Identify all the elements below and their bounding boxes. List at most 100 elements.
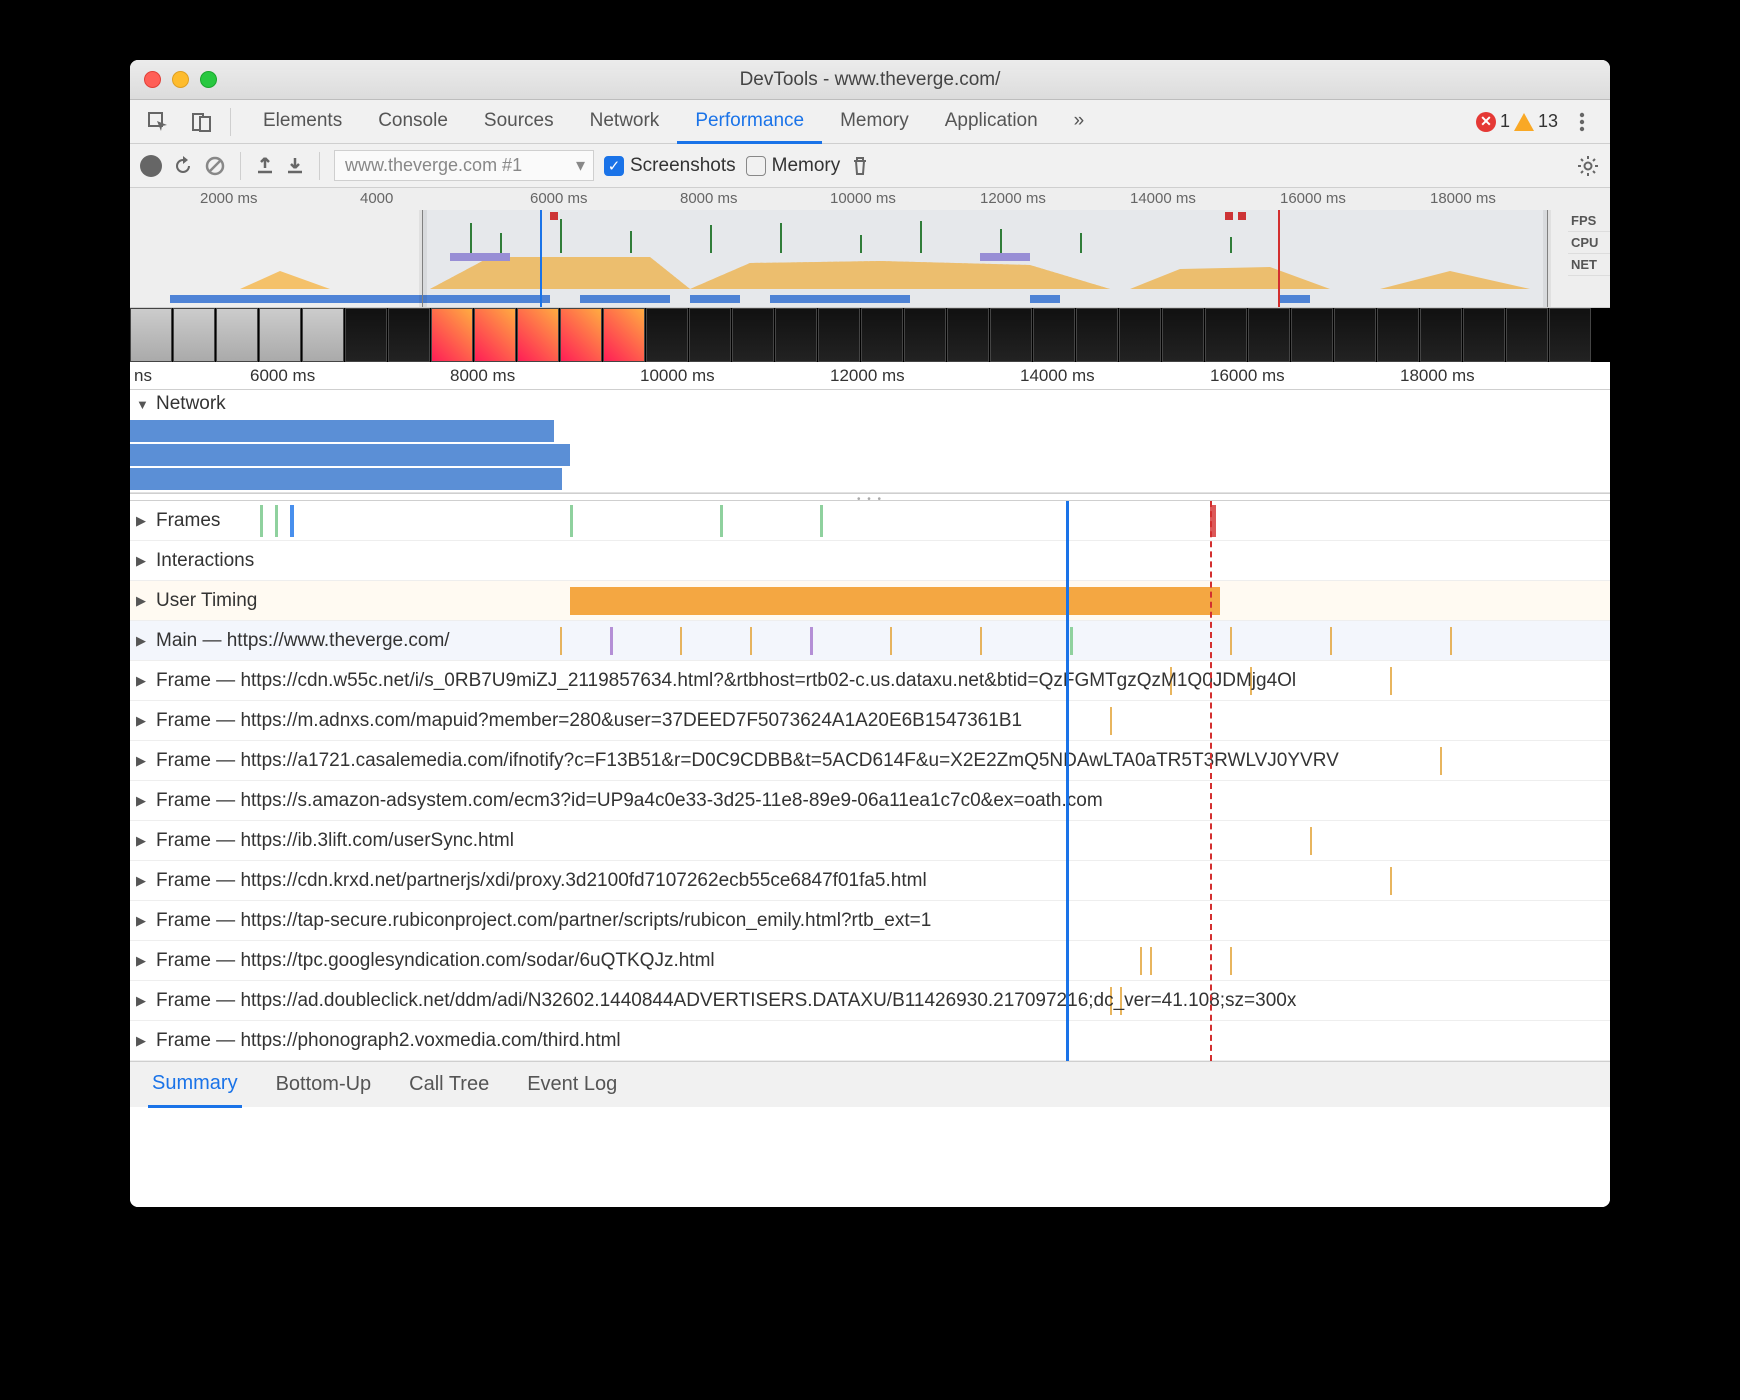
call-tree-tab[interactable]: Call Tree <box>405 1063 493 1106</box>
frame-row[interactable]: ▶Frame — https://phonograph2.voxmedia.co… <box>130 1021 1610 1061</box>
overview-pane[interactable]: 2000 ms 4000 6000 ms 8000 ms 10000 ms 12… <box>130 188 1610 308</box>
summary-tab[interactable]: Summary <box>148 1062 242 1108</box>
record-button[interactable] <box>140 155 162 177</box>
kebab-menu-icon[interactable] <box>1562 102 1602 142</box>
filmstrip-thumb[interactable] <box>216 308 258 362</box>
screenshots-checkbox[interactable]: ✓ Screenshots <box>604 155 736 177</box>
filmstrip-thumb[interactable] <box>1377 308 1419 362</box>
filmstrip-thumb[interactable] <box>345 308 387 362</box>
filmstrip-thumb[interactable] <box>947 308 989 362</box>
filmstrip-thumb[interactable] <box>732 308 774 362</box>
filmstrip-thumb[interactable] <box>1248 308 1290 362</box>
playhead-blue[interactable] <box>540 210 542 307</box>
error-count[interactable]: ✕ 1 <box>1476 111 1510 132</box>
playhead-line[interactable] <box>1066 501 1069 1061</box>
filmstrip-thumb[interactable] <box>560 308 602 362</box>
tab-console[interactable]: Console <box>360 100 466 144</box>
frame-label: Frame — https://m.adnxs.com/mapuid?membe… <box>156 710 1022 732</box>
filmstrip-thumb[interactable] <box>388 308 430 362</box>
filmstrip-thumb[interactable] <box>1076 308 1118 362</box>
filmstrip-thumb[interactable] <box>990 308 1032 362</box>
filmstrip-thumb[interactable] <box>1291 308 1333 362</box>
flame-chart[interactable]: ▶Frames ▶Interactions ▶User Timing ▶Main… <box>130 501 1610 1061</box>
filmstrip-thumb[interactable] <box>130 308 172 362</box>
frame-row[interactable]: ▶Frame — https://cdn.krxd.net/partnerjs/… <box>130 861 1610 901</box>
frame-row[interactable]: ▶Frame — https://tap-secure.rubiconproje… <box>130 901 1610 941</box>
event-log-tab[interactable]: Event Log <box>523 1063 621 1106</box>
recording-select[interactable]: www.theverge.com #1 <box>334 150 594 181</box>
filmstrip-thumb[interactable] <box>259 308 301 362</box>
filmstrip-thumb[interactable] <box>904 308 946 362</box>
disclosure-icon: ▼ <box>136 397 150 412</box>
tab-network[interactable]: Network <box>572 100 678 144</box>
reload-button[interactable] <box>172 155 194 177</box>
filmstrip-thumb[interactable] <box>1162 308 1204 362</box>
filmstrip-thumb[interactable] <box>775 308 817 362</box>
timeline-axis: ns 6000 ms 8000 ms 10000 ms 12000 ms 140… <box>130 362 1610 390</box>
filmstrip-thumb[interactable] <box>474 308 516 362</box>
frame-row[interactable]: ▶Frame — https://a1721.casalemedia.com/i… <box>130 741 1610 781</box>
network-lane[interactable] <box>130 418 1610 492</box>
network-section-header[interactable]: ▼ Network <box>130 390 1610 418</box>
interactions-row[interactable]: ▶Interactions <box>130 541 1610 581</box>
tab-application[interactable]: Application <box>927 100 1056 144</box>
filmstrip-thumb[interactable] <box>861 308 903 362</box>
filmstrip-thumb[interactable] <box>1463 308 1505 362</box>
collect-garbage-icon[interactable] <box>850 155 870 177</box>
filmstrip-thumb[interactable] <box>646 308 688 362</box>
filmstrip-thumb[interactable] <box>1420 308 1462 362</box>
filmstrip-thumb[interactable] <box>173 308 215 362</box>
warning-count[interactable]: 13 <box>1514 111 1558 132</box>
filmstrip-thumb[interactable] <box>1119 308 1161 362</box>
filmstrip-thumb[interactable] <box>1549 308 1591 362</box>
filmstrip[interactable] <box>130 308 1610 362</box>
filmstrip-thumb[interactable] <box>1334 308 1376 362</box>
devtools-window: DevTools - www.theverge.com/ Elements Co… <box>130 60 1610 1207</box>
main-thread-row[interactable]: ▶Main — https://www.theverge.com/ <box>130 621 1610 661</box>
device-toolbar-icon[interactable] <box>182 102 222 142</box>
frame-row[interactable]: ▶Frame — https://ad.doubleclick.net/ddm/… <box>130 981 1610 1021</box>
clear-button[interactable] <box>204 155 226 177</box>
marker-red <box>1278 210 1280 307</box>
performance-toolbar: www.theverge.com #1 ✓ Screenshots Memory <box>130 144 1610 188</box>
frame-row[interactable]: ▶Frame — https://m.adnxs.com/mapuid?memb… <box>130 701 1610 741</box>
frame-row[interactable]: ▶Frame — https://cdn.w55c.net/i/s_0RB7U9… <box>130 661 1610 701</box>
filmstrip-thumb[interactable] <box>603 308 645 362</box>
tab-memory[interactable]: Memory <box>822 100 927 144</box>
frame-row[interactable]: ▶Frame — https://s.amazon-adsystem.com/e… <box>130 781 1610 821</box>
overview-viewport[interactable] <box>422 210 1548 307</box>
filmstrip-thumb[interactable] <box>1033 308 1075 362</box>
load-profile-icon[interactable] <box>255 156 275 176</box>
frame-label: Frame — https://tap-secure.rubiconprojec… <box>156 910 931 932</box>
filmstrip-thumb[interactable] <box>431 308 473 362</box>
settings-gear-icon[interactable] <box>1576 154 1600 178</box>
details-pane <box>130 1107 1610 1207</box>
tabs-overflow-icon[interactable]: » <box>1056 100 1103 144</box>
save-profile-icon[interactable] <box>285 156 305 176</box>
user-timing-row[interactable]: ▶User Timing <box>130 581 1610 621</box>
frame-row[interactable]: ▶Frame — https://ib.3lift.com/userSync.h… <box>130 821 1610 861</box>
tab-performance[interactable]: Performance <box>677 100 822 144</box>
tab-elements[interactable]: Elements <box>245 100 360 144</box>
frame-row[interactable]: ▶Frame — https://tpc.googlesyndication.c… <box>130 941 1610 981</box>
filmstrip-thumb[interactable] <box>818 308 860 362</box>
warning-icon <box>1514 113 1534 131</box>
filmstrip-thumb[interactable] <box>1205 308 1247 362</box>
frames-row[interactable]: ▶Frames <box>130 501 1610 541</box>
filmstrip-thumb[interactable] <box>689 308 731 362</box>
filmstrip-thumb[interactable] <box>302 308 344 362</box>
disclosure-icon: ▶ <box>136 593 150 609</box>
resize-handle[interactable]: • • • <box>130 493 1610 501</box>
disclosure-icon: ▶ <box>136 833 150 849</box>
memory-checkbox[interactable]: Memory <box>746 155 841 177</box>
overview-axis: 2000 ms 4000 6000 ms 8000 ms 10000 ms 12… <box>130 188 1610 210</box>
filmstrip-thumb[interactable] <box>517 308 559 362</box>
inspect-element-icon[interactable] <box>138 102 178 142</box>
tab-sources[interactable]: Sources <box>466 100 572 144</box>
separator <box>230 108 231 136</box>
filmstrip-thumb[interactable] <box>1506 308 1548 362</box>
checkbox-icon <box>746 156 766 176</box>
user-timing-bar[interactable] <box>570 587 1220 615</box>
bottom-up-tab[interactable]: Bottom-Up <box>272 1063 376 1106</box>
window-title: DevTools - www.theverge.com/ <box>130 69 1610 91</box>
